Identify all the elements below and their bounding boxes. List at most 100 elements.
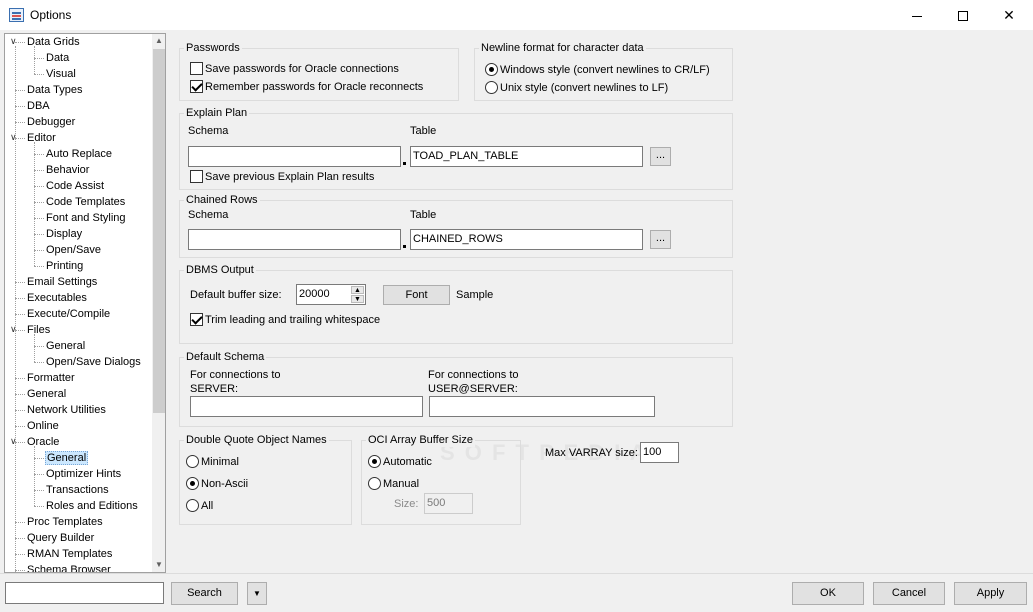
double-quote-radio[interactable] [186,499,199,512]
chained-schema-label: Schema [188,209,229,221]
save-explain-checkbox[interactable] [190,170,203,183]
tree-item[interactable]: Debugger [26,114,76,130]
spin-up-icon[interactable]: ▲ [351,286,364,294]
tree-connector [34,250,44,251]
tree-item[interactable]: Code Templates [45,194,126,210]
ok-button[interactable]: OK [792,582,864,605]
tree-connector [15,426,25,427]
tree-item[interactable]: Visual [45,66,77,82]
tree-item[interactable]: Files [26,322,51,338]
tree-item[interactable]: Network Utilities [26,402,107,418]
double-quote-radio[interactable] [186,477,199,490]
chained-separator [403,245,406,248]
tree-connector [15,378,25,379]
max-varray-input[interactable]: 100 [640,442,679,463]
tree-item[interactable]: Editor [26,130,57,146]
tree-item-label: Execute/Compile [27,308,111,320]
tree-connector [34,218,44,219]
oci-automatic-label: Automatic [383,456,432,468]
passwords-title: Passwords [184,41,242,55]
maximize-icon [958,11,968,22]
tree-connector [34,170,44,171]
spin-down-icon[interactable]: ▼ [351,295,364,303]
explain-schema-input[interactable] [188,146,401,167]
tree-item-label: Open/Save [46,244,102,256]
tree-connector [34,74,44,75]
search-input[interactable] [5,582,164,604]
tree-connector [34,474,44,475]
tree-item[interactable]: Display [45,226,83,242]
tree-item[interactable]: Roles and Editions [45,498,139,514]
tree-item[interactable]: Data Types [26,82,83,98]
tree-item[interactable]: Printing [45,258,84,274]
tree-item[interactable]: Executables [26,290,88,306]
server-label-line1: For connections to [190,369,281,381]
collapse-chevron-icon[interactable]: ∨ [10,37,19,46]
search-button[interactable]: Search [171,582,238,605]
tree-item[interactable]: Email Settings [26,274,98,290]
tree-scroll-thumb[interactable] [153,49,165,413]
tree-item-label: Printing [46,260,84,272]
tree-item[interactable]: Online [26,418,60,434]
tree-item[interactable]: RMAN Templates [26,546,113,562]
chained-schema-input[interactable] [188,229,401,250]
unix-style-label: Unix style (convert newlines to LF) [500,82,669,94]
scroll-up-icon[interactable]: ▲ [152,34,165,48]
trim-whitespace-label: Trim leading and trailing whitespace [205,314,381,326]
remember-passwords-label: Remember passwords for Oracle reconnects [205,81,424,93]
apply-button[interactable]: Apply [954,582,1027,605]
chained-browse-button[interactable]: ... [650,230,671,249]
trim-whitespace-checkbox[interactable] [190,313,203,326]
tree-scrollbar[interactable]: ▲ ▼ [152,34,165,572]
minimize-button[interactable] [894,0,940,31]
tree-item[interactable]: Optimizer Hints [45,466,122,482]
oci-manual-radio[interactable] [368,477,381,490]
tree-item[interactable]: Query Builder [26,530,95,546]
oci-size-input[interactable]: 500 [424,493,473,514]
cancel-button[interactable]: Cancel [873,582,945,605]
tree-item[interactable]: Execute/Compile [26,306,111,322]
tree-item[interactable]: Formatter [26,370,76,386]
oci-automatic-radio[interactable] [368,455,381,468]
tree-item[interactable]: Open/Save Dialogs [45,354,142,370]
tree-item-label: Visual [46,68,76,80]
tree-item[interactable]: General [45,450,89,466]
double-quote-option-label: Non-Ascii [201,478,249,490]
tree-item-label: Executables [27,292,87,304]
tree-item[interactable]: Code Assist [45,178,105,194]
options-tree[interactable]: Data Grids ∨ Data Visual Data Types DBA Debugg… [4,33,166,573]
tree-item[interactable]: Transactions [45,482,110,498]
maximize-button[interactable] [940,0,986,31]
windows-style-radio[interactable] [485,63,498,76]
tree-item[interactable]: Data [45,50,70,66]
tree-item[interactable]: Auto Replace [45,146,113,162]
buffer-size-spinner[interactable]: 20000 ▲ ▼ [296,284,366,305]
tree-connector [34,154,44,155]
user-server-schema-input[interactable] [429,396,655,417]
close-button[interactable]: ✕ [986,0,1032,31]
tree-item[interactable]: Font and Styling [45,210,127,226]
tree-item[interactable]: Behavior [45,162,90,178]
dbms-output-title: DBMS Output [184,263,256,277]
tree-item[interactable]: Oracle [26,434,60,450]
scroll-down-icon[interactable]: ▼ [152,558,165,572]
unix-style-radio[interactable] [485,81,498,94]
tree-item[interactable]: Open/Save [45,242,102,258]
tree-branch-line [34,46,35,74]
tree-item[interactable]: General [45,338,86,354]
explain-browse-button[interactable]: ... [650,147,671,166]
explain-table-input[interactable]: TOAD_PLAN_TABLE [410,146,643,167]
tree-item-label: General [45,451,89,465]
tree-item-label: Data Types [27,84,83,96]
chained-table-input[interactable]: CHAINED_ROWS [410,229,643,250]
search-dropdown-button[interactable]: ▼ [247,582,267,605]
tree-item[interactable]: General [26,386,67,402]
tree-item[interactable]: Proc Templates [26,514,104,530]
remember-passwords-checkbox[interactable] [190,80,203,93]
font-button[interactable]: Font [383,285,450,305]
double-quote-radio[interactable] [186,455,199,468]
tree-item[interactable]: DBA [26,98,51,114]
save-passwords-checkbox[interactable] [190,62,203,75]
tree-item[interactable]: Schema Browser [26,562,112,572]
server-schema-input[interactable] [190,396,423,417]
